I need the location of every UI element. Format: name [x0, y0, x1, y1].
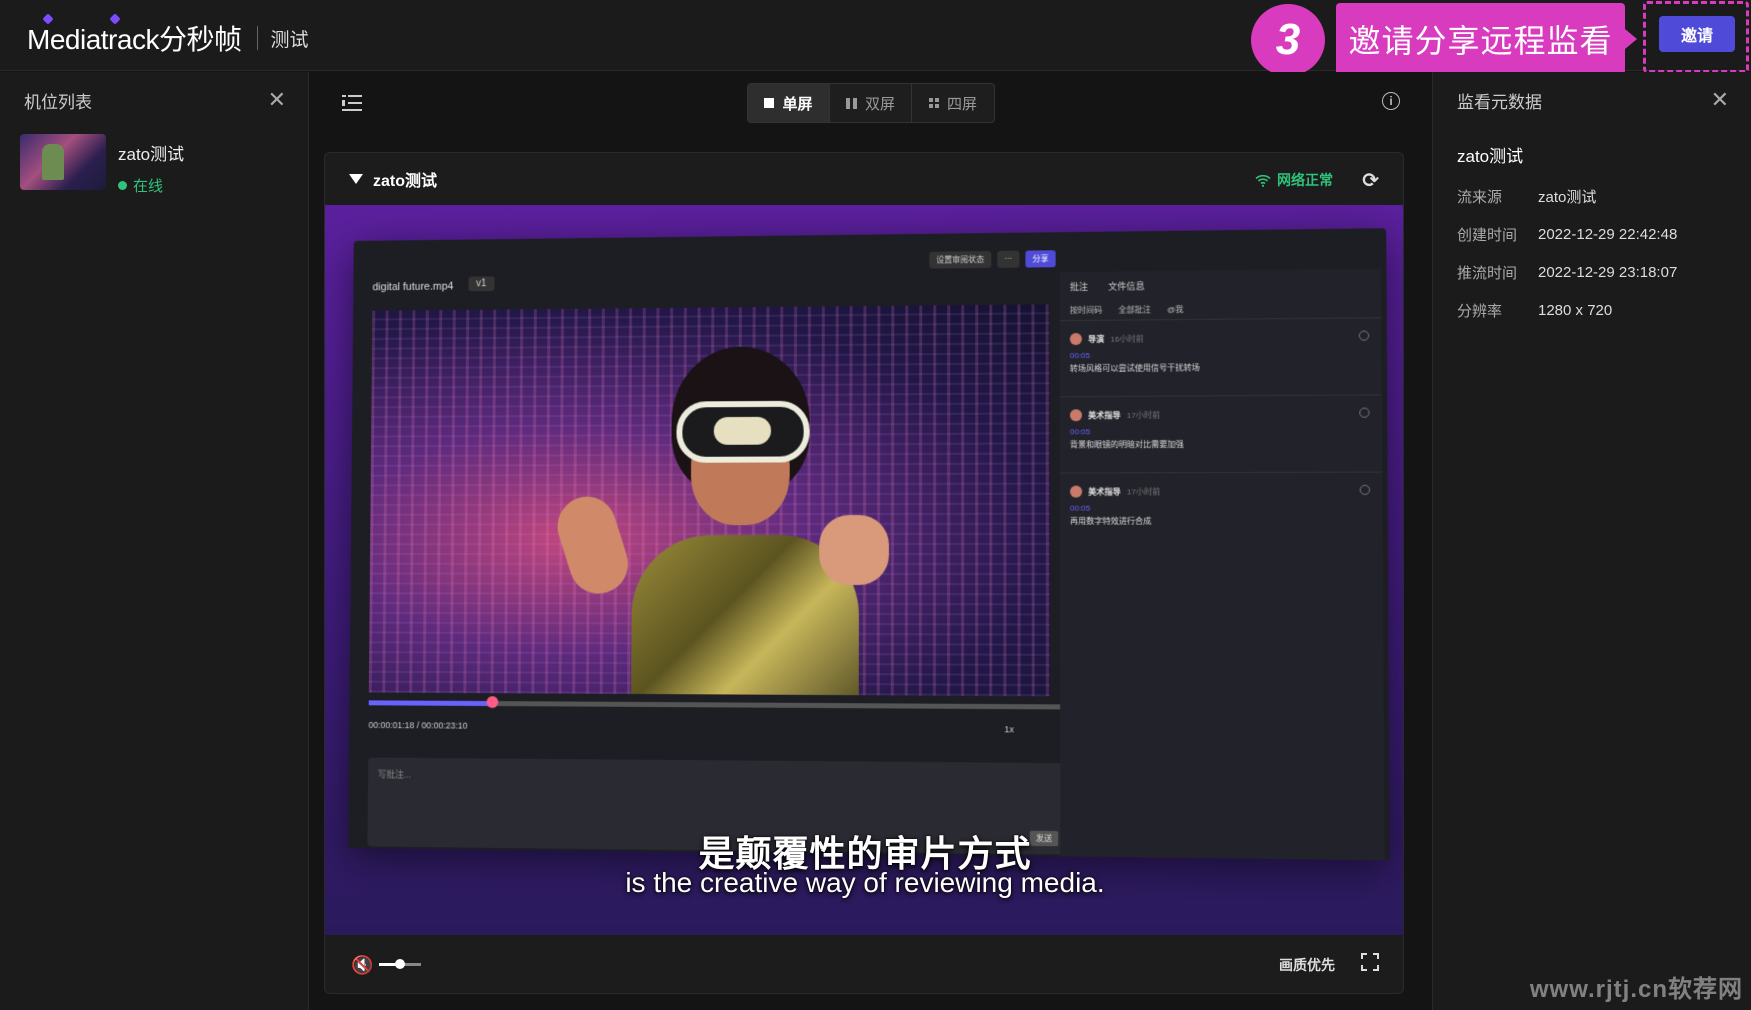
metadata-header: 监看元数据 ✕ [1433, 72, 1751, 128]
step-banner: 邀请分享远程监看 [1336, 3, 1637, 75]
project-name: 测试 [270, 29, 309, 51]
avatar [1069, 332, 1082, 346]
camera-name: zato测试 [118, 145, 185, 164]
close-icon[interactable]: ✕ [1711, 87, 1729, 113]
metadata-value: zato测试 [1538, 188, 1597, 206]
inner-filter-me: @我 [1167, 304, 1184, 315]
list-toggle-icon[interactable] [342, 94, 362, 112]
metadata-row: 创建时间 2022-12-29 22:42:48 [1433, 215, 1751, 253]
metadata-row: 流来源 zato测试 [1433, 177, 1751, 215]
metadata-stream-name: zato测试 [1457, 147, 1524, 166]
dual-screen-label: 双屏 [864, 95, 895, 113]
camera-list-header: 机位列表 ✕ [0, 72, 308, 128]
single-screen-tab[interactable]: 单屏 [748, 84, 830, 122]
single-screen-icon [764, 98, 775, 108]
wifi-icon [1255, 174, 1271, 187]
layout-switcher: 单屏 双屏 四屏 [747, 83, 995, 123]
inner-progress-bar [368, 696, 1069, 710]
camera-status-label: 在线 [133, 178, 164, 195]
inner-app-frame: digital future.mp4 v1 设置审阅状态 ··· 分享 00:0… [348, 228, 1390, 861]
inner-note: 美术指导 17小时前 00:05 再用数字特效进行合成 [1059, 471, 1383, 549]
camera-status: 在线 [118, 175, 184, 196]
inner-note: 美术指导 17小时前 00:05 背景和眼镜的明暗对比需要加强 [1059, 394, 1383, 473]
inner-tab-info: 文件信息 [1108, 281, 1145, 292]
dual-screen-tab[interactable]: 双屏 [830, 84, 912, 122]
metadata-key: 分辨率 [1457, 302, 1503, 320]
stream-player: zato测试 网络正常 ⟳ digital future.mp4 v1 设置审阅 [324, 152, 1404, 994]
inner-filter-sort: 按时间码 [1069, 305, 1103, 316]
metadata-panel: 监看元数据 ✕ zato测试 流来源 zato测试 创建时间 2022-12-2… [1432, 72, 1751, 1010]
inner-controls: 00:00:01:18 / 00:00:23:10 1x [368, 720, 1014, 734]
vr-headset-icon [676, 400, 810, 463]
network-status: 网络正常 [1255, 170, 1333, 190]
metadata-value: 2022-12-29 22:42:48 [1538, 225, 1678, 243]
player-header: zato测试 网络正常 ⟳ [325, 153, 1403, 205]
inner-timecode: 00:00:01:18 / 00:00:23:10 [368, 720, 468, 731]
fullscreen-icon[interactable] [1361, 953, 1379, 971]
quad-screen-label: 四屏 [946, 95, 977, 113]
metadata-value: 1280 x 720 [1538, 301, 1613, 319]
metadata-value: 2022-12-29 23:18:07 [1538, 263, 1678, 281]
main-area: 单屏 双屏 四屏 i zato测试 网络正常 ⟳ digital future.… [310, 72, 1432, 1010]
inner-version: v1 [468, 276, 495, 292]
inner-status-button: 设置审阅状态 [929, 250, 992, 269]
logo-separator [257, 26, 259, 50]
quad-screen-icon [928, 98, 939, 108]
inner-share-button: 分享 [1025, 250, 1056, 268]
metadata-title: 监看元数据 [1457, 92, 1542, 112]
online-dot-icon [118, 181, 127, 190]
avatar [1069, 409, 1083, 422]
single-screen-label: 单屏 [782, 95, 813, 113]
inner-comments-panel: 批注 文件信息 按时间码 全部批注 @我 导演 16小时前 00:05 转场风格可… [1059, 268, 1385, 861]
invite-button[interactable]: 邀请 [1659, 16, 1735, 52]
inner-note: 导演 16小时前 00:05 转场风格可以尝试使用信号干扰转场 [1059, 317, 1382, 397]
info-icon[interactable]: i [1382, 92, 1400, 110]
camera-thumbnail [20, 134, 106, 190]
inner-filter-all: 全部批注 [1118, 305, 1151, 315]
metadata-key: 创建时间 [1457, 226, 1518, 244]
watermark: www.rjtj.cn软荐网 [1529, 976, 1743, 1003]
video-content: digital future.mp4 v1 设置审阅状态 ··· 分享 00:0… [348, 228, 1403, 881]
inner-more-button: ··· [997, 250, 1020, 268]
vr-scene-image [368, 304, 1050, 697]
view-toolbar: 单屏 双屏 四屏 i [310, 72, 1432, 136]
player-title: zato测试 [373, 173, 438, 190]
network-status-label: 网络正常 [1277, 172, 1333, 188]
camera-list-title: 机位列表 [24, 92, 92, 112]
camera-list-panel: 机位列表 ✕ zato测试 在线 [0, 72, 309, 1010]
step-number-badge: 3 [1251, 4, 1325, 76]
inner-comment-placeholder: 写批注... [377, 769, 412, 780]
avatar [1069, 485, 1083, 498]
dual-screen-icon [845, 97, 857, 109]
metadata-key: 流来源 [1457, 188, 1503, 206]
logo-text: Mediatrack分秒帧 [27, 24, 242, 55]
quality-button[interactable]: 画质优先 [1279, 955, 1335, 975]
logo: Mediatrack分秒帧 测试 [27, 13, 309, 55]
inner-tab-comments: 批注 [1069, 281, 1088, 293]
metadata-row: 分辨率 1280 x 720 [1433, 291, 1751, 329]
camera-item[interactable]: zato测试 在线 [0, 128, 308, 202]
subtitle-english: is the creative way of reviewing media. [625, 867, 1105, 898]
metadata-key: 推流时间 [1457, 264, 1518, 282]
collapse-triangle-icon[interactable] [349, 174, 363, 184]
mute-icon[interactable]: 🔇 [351, 955, 373, 976]
quad-screen-tab[interactable]: 四屏 [912, 84, 994, 122]
inner-speed: 1x [1004, 724, 1015, 735]
vr-person [550, 346, 890, 697]
player-footer: 🔇 画质优先 [325, 935, 1403, 993]
top-bar: Mediatrack分秒帧 测试 3 邀请分享远程监看 邀请 [0, 0, 1751, 76]
close-icon[interactable]: ✕ [268, 87, 286, 113]
metadata-row: 推流时间 2022-12-29 23:18:07 [1433, 253, 1751, 291]
inner-top-buttons: 设置审阅状态 ··· 分享 [929, 250, 1056, 269]
inner-file-name: digital future.mp4 [372, 280, 454, 294]
video-frame[interactable]: digital future.mp4 v1 设置审阅状态 ··· 分享 00:0… [325, 205, 1403, 935]
volume-slider[interactable] [379, 959, 421, 969]
refresh-icon[interactable]: ⟳ [1362, 168, 1379, 193]
